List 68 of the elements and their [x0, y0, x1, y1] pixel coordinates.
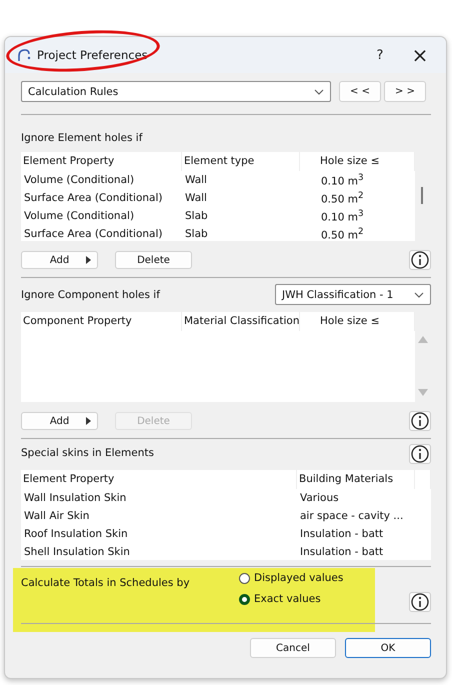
- table-cell-text: 0.50 m$^{2}$: [320, 226, 365, 242]
- window-title: Project Preferences: [37, 48, 149, 62]
- section-label: Special skins in Elements: [21, 447, 154, 459]
- table-row[interactable]: Wall Air Skin air space - cavity ...: [21, 507, 431, 525]
- triangle-icon: [86, 417, 91, 425]
- dialog-button[interactable]: OK: [345, 638, 431, 658]
- table-cell-text: Slab: [184, 228, 209, 240]
- info-icon: [411, 445, 429, 463]
- classification-dropdown[interactable]: JWH Classification - 1: [275, 284, 431, 305]
- info-button[interactable]: [409, 250, 431, 270]
- table-cell-text: 0.50 m$^{2}$: [320, 190, 365, 206]
- column-header: Hole size ≤: [318, 152, 415, 171]
- table-row[interactable]: Surface Area (Conditional) Wall 0.50 m$^{2}$: [21, 189, 415, 207]
- info-button[interactable]: [409, 444, 431, 464]
- triangle-icon: [86, 256, 91, 264]
- table-cell-text: Wall: [184, 174, 208, 186]
- column-header: Element type: [182, 152, 300, 171]
- table-cell-text: Wall Air Skin: [23, 510, 90, 522]
- table-row[interactable]: Volume (Conditional) Slab 0.10 m$^{3}$: [21, 207, 415, 225]
- info-icon: [411, 251, 429, 269]
- info-icon: [411, 593, 429, 611]
- table-cell-text: 0.10 m$^{3}$: [320, 172, 365, 188]
- table-cell-text: 0.10 m$^{3}$: [320, 208, 365, 224]
- table-cell-text: Insulation - batt: [299, 528, 384, 540]
- table-cell-text: Surface Area (Conditional): [23, 192, 164, 204]
- column-header: Component Property: [21, 312, 182, 331]
- section-label: Ignore Component holes if: [21, 288, 160, 300]
- totals-label: Calculate Totals in Schedules by: [21, 577, 191, 589]
- scrollbar-thumb[interactable]: [421, 187, 423, 204]
- table-row[interactable]: Roof Insulation Skin Insulation - batt: [21, 525, 431, 543]
- info-button[interactable]: [409, 411, 431, 431]
- radio-option[interactable]: Exact values: [239, 593, 344, 605]
- table-cell-text: Various: [299, 492, 340, 504]
- table-row[interactable]: Shell Insulation Skin Insulation - batt: [21, 543, 431, 561]
- arc-icon: [17, 48, 31, 62]
- table-cell-text: Volume (Conditional): [23, 174, 136, 186]
- table-cell-text: Volume (Conditional): [23, 210, 136, 222]
- dialog-button[interactable]: Cancel: [250, 638, 336, 658]
- table-cell-text: Shell Insulation Skin: [23, 546, 131, 558]
- chevron-icon: [414, 292, 424, 298]
- action-button[interactable]: Delete: [115, 251, 192, 269]
- table-row[interactable]: Volume (Conditional) Wall 0.10 m$^{3}$: [21, 171, 415, 189]
- table-cell-text: Wall Insulation Skin: [23, 492, 128, 504]
- table-cell-text: Roof Insulation Skin: [23, 528, 129, 540]
- table-row[interactable]: Surface Area (Conditional) Slab 0.50 m$^{2}$: [21, 225, 415, 243]
- table-row[interactable]: Wall Insulation Skin Various: [21, 489, 431, 507]
- next-button[interactable]: > >: [384, 81, 426, 102]
- action-button[interactable]: Add: [21, 251, 98, 269]
- chevron-icon: [314, 88, 324, 94]
- table-cell-text: air space - cavity ...: [299, 510, 404, 522]
- column-header: Hole size ≤: [318, 312, 415, 331]
- close-button[interactable]: ×: [400, 40, 440, 70]
- action-button[interactable]: Add: [21, 412, 98, 430]
- column-header: Material Classification: [182, 312, 300, 331]
- info-button[interactable]: [409, 592, 431, 612]
- help-button[interactable]: ?: [360, 40, 400, 70]
- previous-button[interactable]: < <: [339, 81, 381, 102]
- column-header: Element Property: [21, 470, 297, 489]
- info-icon: [411, 412, 429, 430]
- table-cell-text: Wall: [184, 192, 208, 204]
- column-header: Building Materials: [297, 470, 415, 489]
- table-cell-text: Insulation - batt: [299, 546, 384, 558]
- table-cell-text: Surface Area (Conditional): [23, 228, 164, 240]
- page-dropdown[interactable]: Calculation Rules: [21, 81, 331, 102]
- radio-option[interactable]: Displayed values: [239, 572, 344, 584]
- table-cell-text: Slab: [184, 210, 209, 222]
- column-header: Element Property: [21, 152, 182, 171]
- section-label: Ignore Element holes if: [21, 132, 144, 144]
